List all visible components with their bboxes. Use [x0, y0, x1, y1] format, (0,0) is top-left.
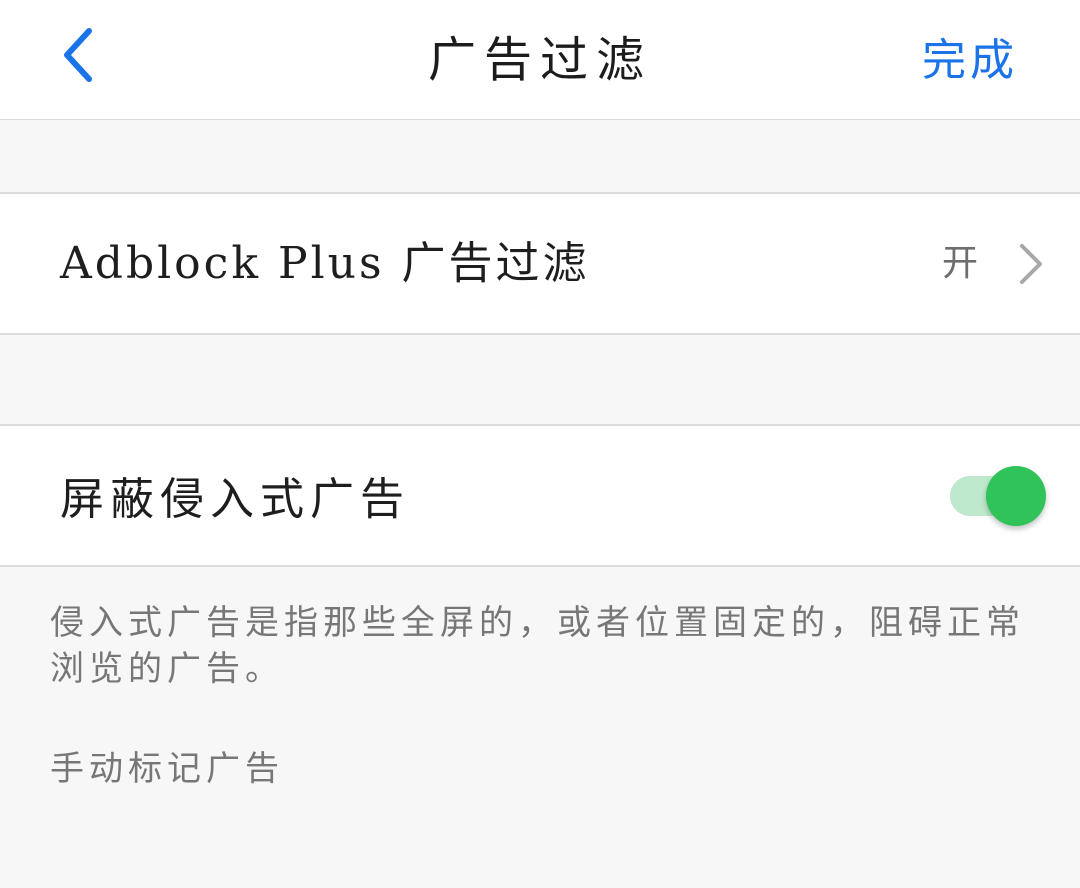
adblock-plus-label: Adblock Plus 广告过滤 [60, 238, 590, 289]
done-button[interactable]: 完成 [922, 30, 1018, 92]
navigation-bar: 广告过滤 完成 [0, 0, 1080, 120]
manual-mark-ads-link[interactable]: 手动标记广告 [50, 746, 284, 792]
block-intrusive-ads-row: 屏蔽侵入式广告 [0, 424, 1080, 567]
block-intrusive-ads-label: 屏蔽侵入式广告 [60, 474, 410, 525]
adblock-plus-row[interactable]: Adblock Plus 广告过滤 开 [0, 192, 1080, 335]
adblock-status-value: 开 [941, 243, 978, 284]
block-intrusive-ads-toggle[interactable] [948, 466, 1046, 526]
page-title: 广告过滤 [427, 32, 652, 88]
intrusive-ads-description: 侵入式广告是指那些全屏的，或者位置固定的，阻碍正常浏览的广告。 [50, 603, 1025, 689]
chevron-right-icon [1020, 244, 1042, 284]
toggle-knob [986, 466, 1046, 526]
